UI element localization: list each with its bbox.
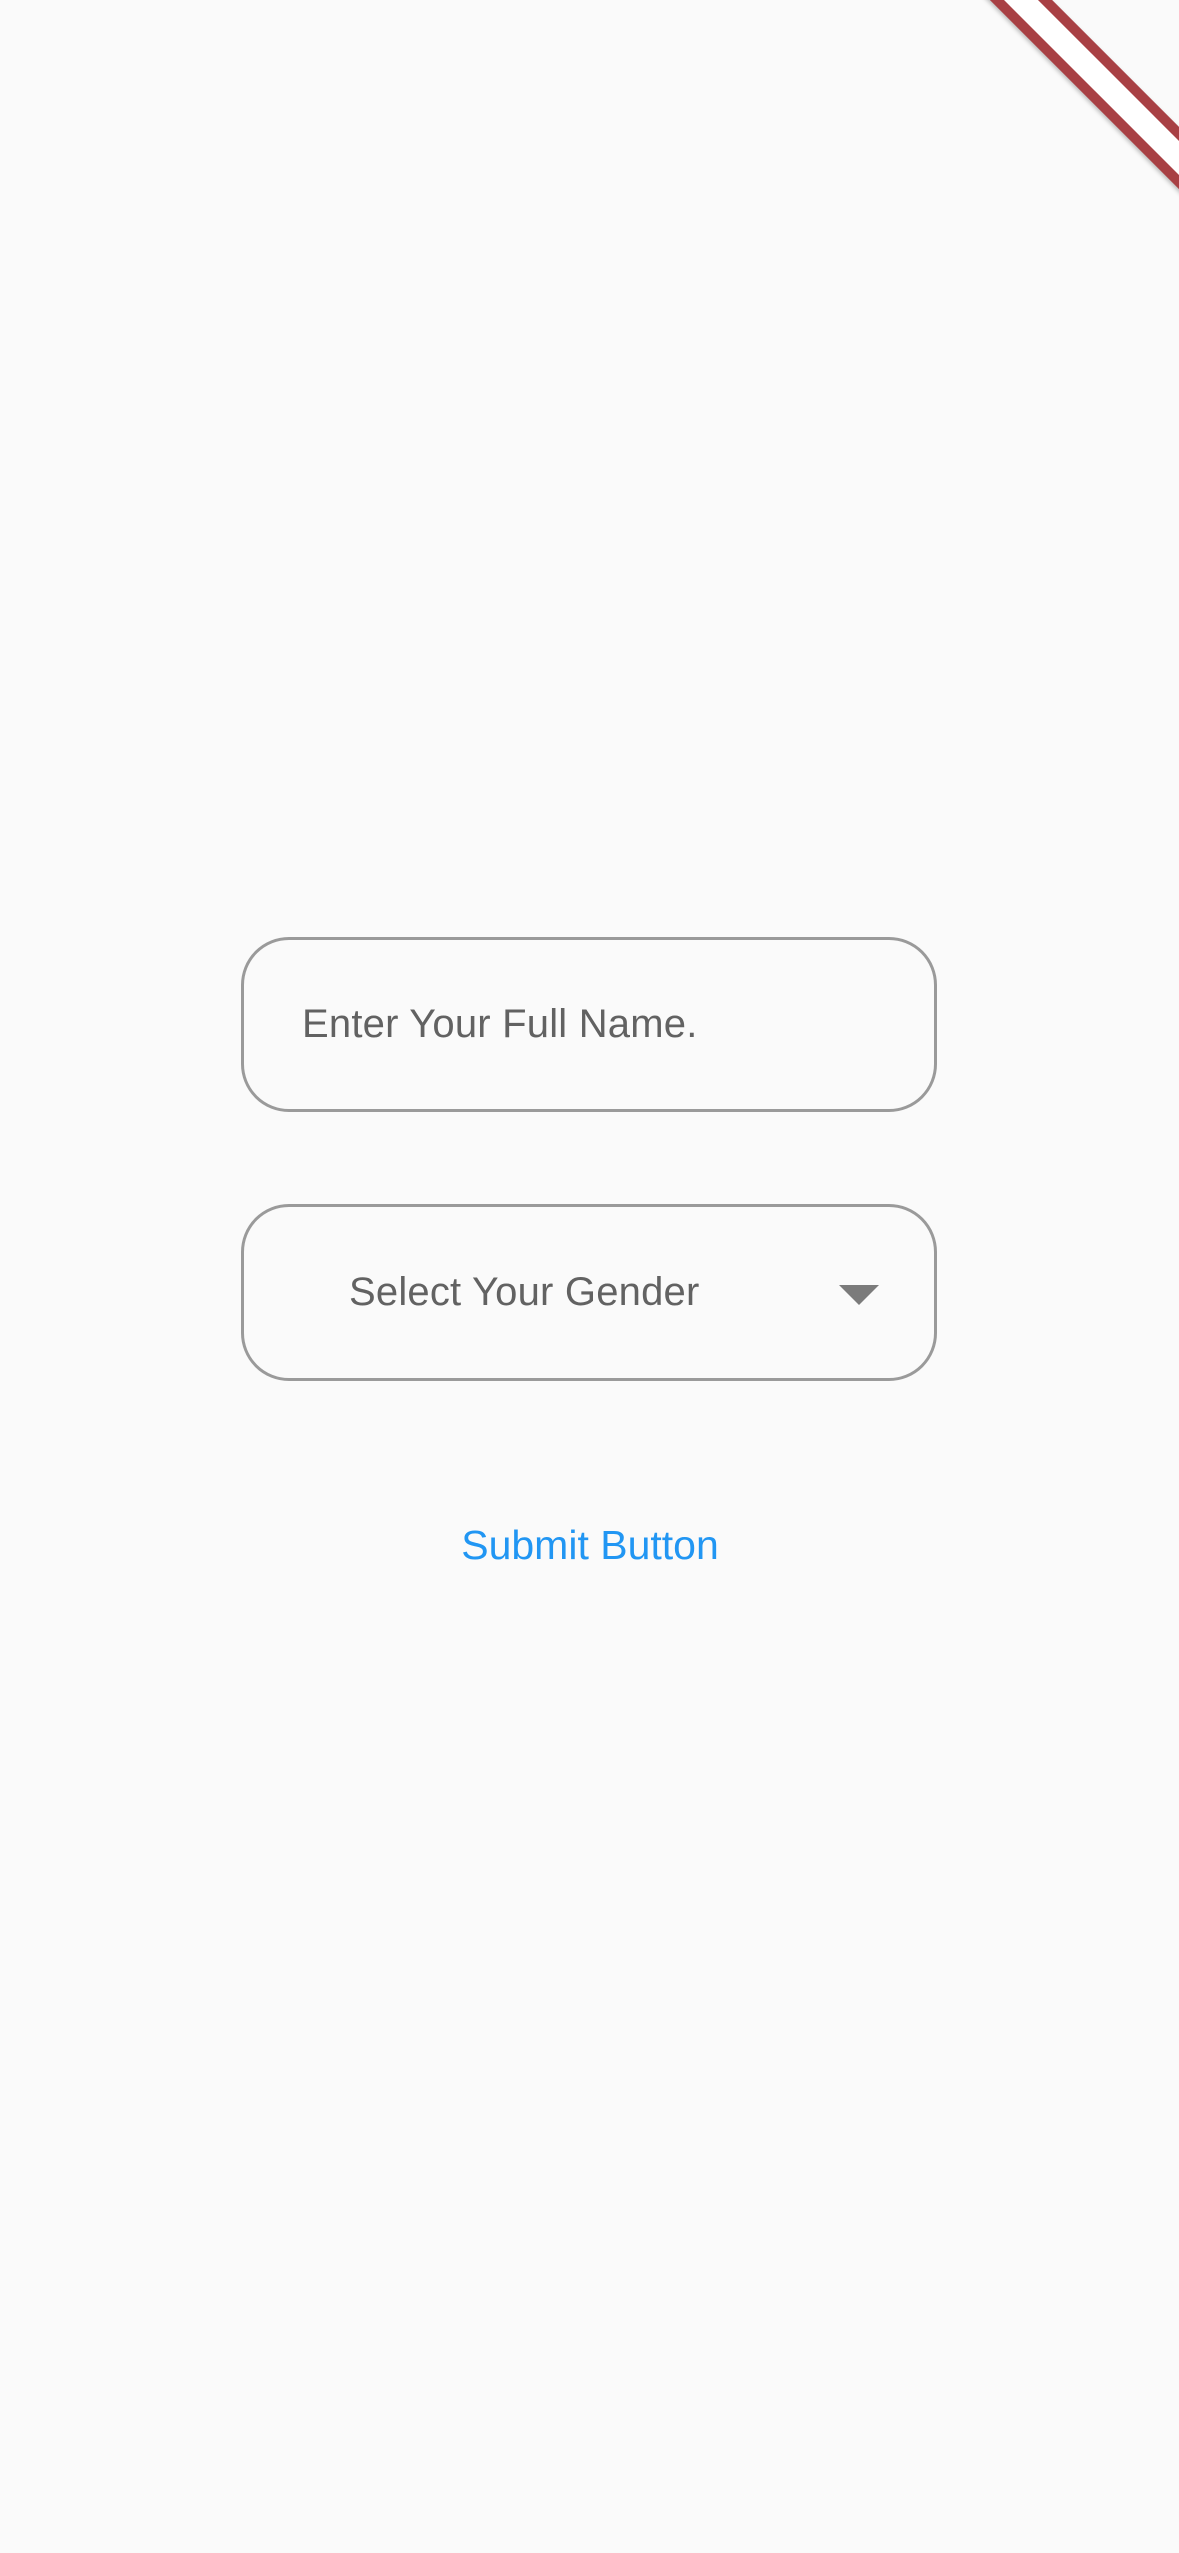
submit-button[interactable]: Submit Button — [420, 1505, 760, 1585]
arrow-drop-down-icon[interactable] — [839, 1285, 879, 1305]
debug-banner-stripe — [979, 0, 1179, 200]
gender-dropdown-label: Select Your Gender — [349, 1270, 700, 1314]
app-screen: Enter Your Full Name. Select Your Gender… — [0, 0, 1179, 2553]
full-name-input[interactable]: Enter Your Full Name. — [241, 937, 937, 1112]
debug-banner — [979, 0, 1179, 200]
full-name-placeholder: Enter Your Full Name. — [302, 1002, 698, 1046]
gender-dropdown[interactable]: Select Your Gender — [241, 1204, 937, 1381]
